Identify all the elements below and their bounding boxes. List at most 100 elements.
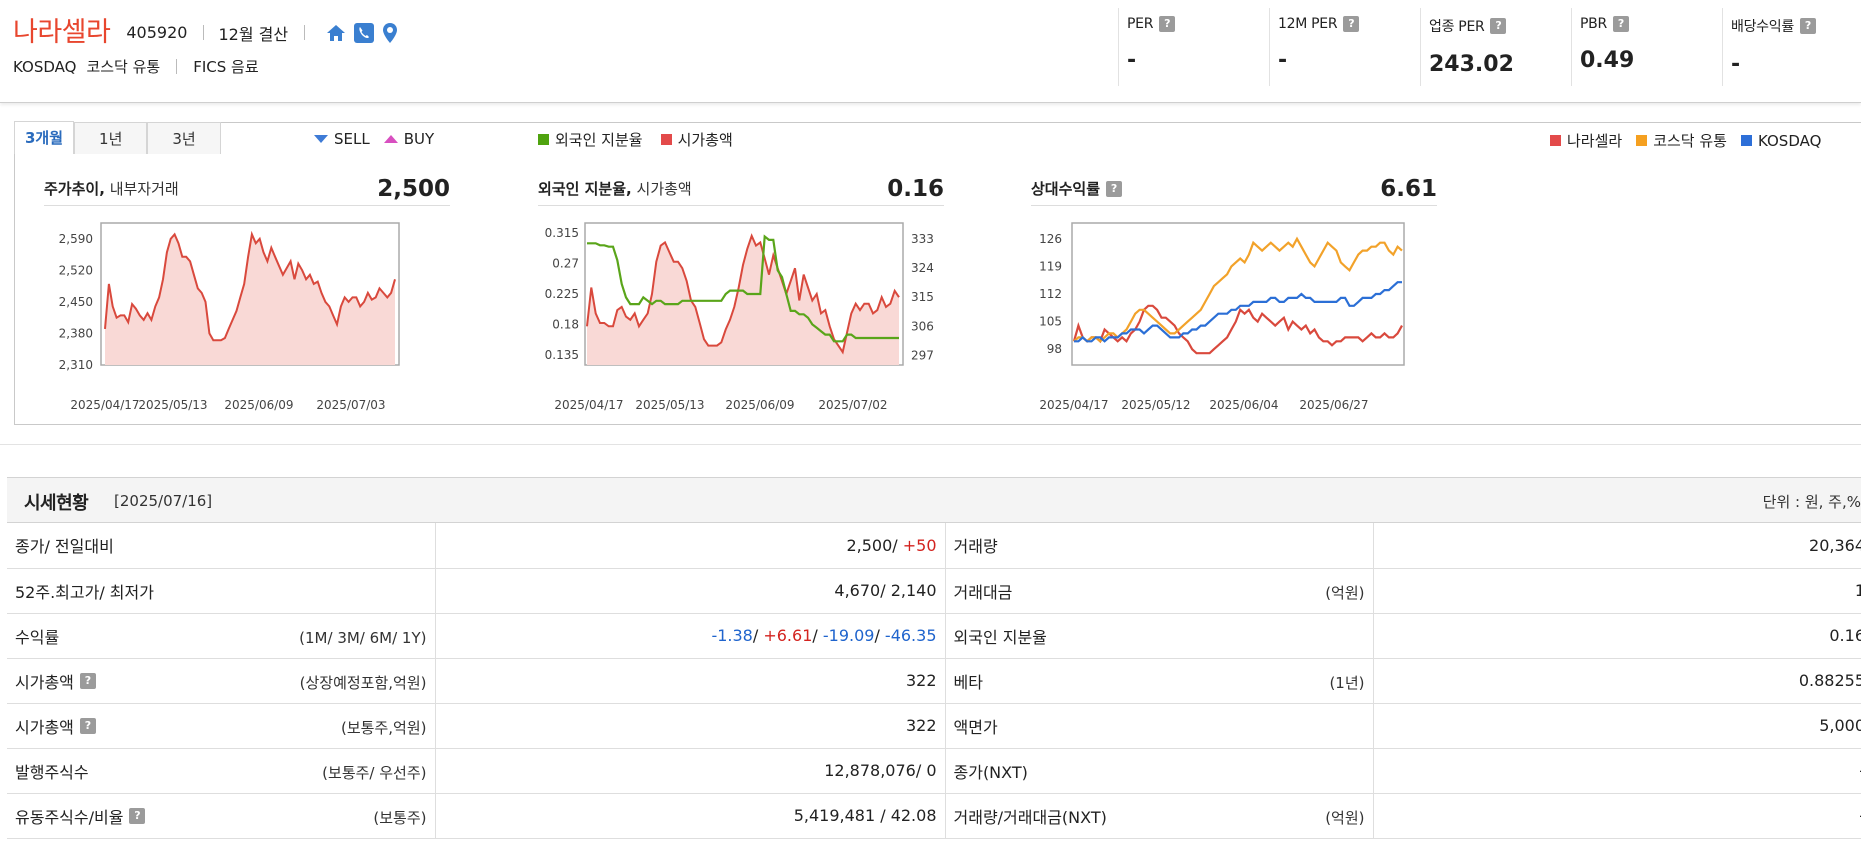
table-row: 52주.최고가/ 최저가 4,670/ 2,140 거래대금 (억원) 1 (7, 568, 1861, 614)
row-label-cell: 시가총액? (보통주,억원) (7, 703, 436, 749)
row-hint: (보통주) (373, 809, 427, 827)
y-tick-label: 126 (1039, 232, 1062, 246)
location-pin-icon[interactable] (381, 22, 403, 44)
row-label-cell: 베타 (1년) (945, 658, 1374, 704)
y-left-tick-label: 0.315 (545, 226, 579, 240)
x-tick-label: 2025/05/13 (138, 398, 207, 412)
row-label: 외국인 지분율 (953, 627, 1047, 647)
trade-legend: SELL BUY (314, 130, 434, 148)
x-tick-label: 2025/06/09 (725, 398, 794, 412)
metric-dividend-yield: 배당수익률? - (1722, 8, 1861, 86)
y-tick-label: 2,380 (59, 326, 93, 340)
x-tick-label: 2025/04/17 (1039, 398, 1108, 412)
y-tick-label: 2,450 (59, 295, 93, 309)
row-label-cell: 액면가 (945, 703, 1374, 749)
row-value-cell: 0.88255 (1373, 658, 1861, 704)
help-icon[interactable]: ? (79, 717, 96, 734)
section-date: [2025/07/16] (114, 492, 213, 510)
valuation-metrics: PER? - 12M PER? - 업종 PER? 243.02 PBR? 0.… (1118, 0, 1861, 88)
legend-market-cap[interactable]: 시가총액 (660, 129, 733, 150)
row-value-cell: 0.16 (1373, 613, 1861, 659)
chart-title-bold: 주가추이, (44, 180, 105, 198)
row-value-cell: - (1373, 793, 1861, 839)
chart-title-bold: 상대수익률 (1031, 180, 1101, 198)
sell-legend[interactable]: SELL (314, 130, 370, 148)
row-label-cell: 거래량 (945, 523, 1374, 569)
foreign-chart-title: 외국인 지분율, 시가총액 0.16 (538, 172, 944, 206)
x-tick-label: 2025/06/09 (224, 398, 293, 412)
return-value: -19.09 (822, 626, 875, 645)
foreign-chart-legend: 외국인 지분율 시가총액 (538, 129, 733, 150)
phone-icon[interactable] (353, 22, 375, 44)
section-title: 시세현황 (24, 493, 89, 514)
help-icon[interactable]: ? (129, 807, 146, 824)
row-value-cell: -1.38/ +6.61/ -19.09/ -46.35 (435, 613, 946, 659)
x-tick-label: 2025/06/27 (1299, 398, 1368, 412)
metric-12m-per: 12M PER? - (1269, 8, 1420, 86)
company-market-row: KOSDAQ 코스닥 유통 FICS 음료 (13, 56, 259, 77)
legend-swatch (1636, 135, 1648, 146)
home-icon[interactable] (325, 22, 347, 44)
legend-label: 코스닥 유통 (1653, 132, 1727, 150)
cell-value: 2,500/ (846, 535, 898, 555)
legend-kosdaq[interactable]: KOSDAQ (1740, 130, 1821, 151)
row-label-cell: 시가총액? (상장예정포함,억원) (7, 658, 436, 704)
period-tabs: 3개월 1년 3년 (14, 121, 221, 154)
help-icon[interactable]: ? (1799, 18, 1816, 34)
metric-sector-per: 업종 PER? 243.02 (1420, 8, 1571, 86)
metric-label: 배당수익률 (1731, 19, 1794, 35)
help-icon[interactable]: ? (1159, 16, 1176, 32)
row-label: 시가총액 (15, 717, 74, 737)
section-divider (0, 444, 1861, 445)
y-tick-label: 2,590 (59, 232, 93, 246)
help-icon[interactable]: ? (1612, 16, 1629, 32)
help-icon[interactable]: ? (1106, 180, 1123, 197)
table-row: 발행주식수 (보통주/ 우선주) 12,878,076/ 0 종가(NXT) - (7, 748, 1861, 794)
row-label: 거래량 (953, 537, 998, 557)
row-label-cell: 수익률 (1M/ 3M/ 6M/ 1Y) (7, 613, 436, 659)
slash: / (812, 626, 823, 645)
cell-value: 1 (1854, 581, 1861, 600)
cell-value: 322 (905, 716, 937, 735)
help-icon[interactable]: ? (79, 672, 96, 689)
y-right-tick-label: 315 (911, 290, 934, 304)
y-left-tick-label: 0.225 (545, 287, 579, 301)
row-label-cell: 52주.최고가/ 최저가 (7, 568, 436, 614)
y-left-tick-label: 0.18 (552, 317, 579, 331)
relative-chart-legend: 나라셀라 코스닥 유통 KOSDAQ (1550, 130, 1821, 151)
legend-foreign-ratio[interactable]: 외국인 지분율 (538, 129, 643, 150)
legend-narasella[interactable]: 나라셀라 (1550, 130, 1622, 151)
row-label: 베타 (953, 672, 983, 692)
chart-title-bold: 외국인 지분율, (538, 180, 632, 198)
help-icon[interactable]: ? (1490, 18, 1507, 34)
buy-legend[interactable]: BUY (383, 130, 434, 148)
row-hint: (억원) (1325, 809, 1365, 827)
chart-title-sub: 내부자거래 (109, 180, 179, 198)
chart-headline-value: 6.61 (1380, 175, 1437, 202)
y-tick-label: 2,520 (59, 263, 93, 277)
x-tick-label: 2025/07/02 (818, 398, 887, 412)
x-tick-label: 2025/06/04 (1209, 398, 1278, 412)
legend-swatch (538, 134, 549, 145)
chart-headline-value: 0.16 (887, 175, 944, 202)
tab-3-months[interactable]: 3개월 (14, 121, 75, 154)
cell-value: 20,364 (1809, 535, 1861, 555)
table-row: 시가총액? (보통주,억원) 322 액면가 5,000 (7, 703, 1861, 749)
company-name: 나라셀라 (13, 17, 111, 48)
row-value-cell: 1 (1373, 568, 1861, 614)
y-left-tick-label: 0.135 (545, 348, 579, 362)
buy-triangle-icon (383, 135, 398, 143)
legend-kosdaq-distribution[interactable]: 코스닥 유통 (1636, 130, 1727, 151)
y-tick-label: 105 (1039, 315, 1062, 329)
row-label: 액면가 (953, 717, 998, 737)
tab-1-year[interactable]: 1년 (74, 122, 148, 154)
tab-3-years[interactable]: 3년 (147, 122, 221, 154)
row-label: 종가/ 전일대비 (15, 537, 114, 557)
help-icon[interactable]: ? (1343, 16, 1360, 32)
market-sector: 코스닥 유통 (86, 58, 161, 76)
metric-value: 0.49 (1580, 48, 1635, 73)
row-label: 발행주식수 (15, 762, 89, 782)
change-value: +50 (902, 535, 937, 555)
row-label-cell: 거래대금 (억원) (945, 568, 1374, 614)
cell-value: 4,670/ 2,140 (834, 581, 937, 600)
